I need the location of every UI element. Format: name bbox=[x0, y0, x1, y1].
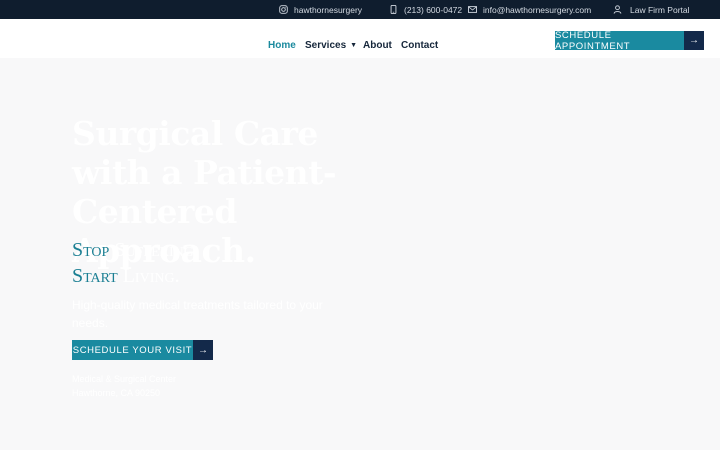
tagline-stop-suffering: Stop Suffering. bbox=[72, 237, 199, 263]
site-header: Home Services ▼ About Contact Schedule A… bbox=[0, 19, 720, 58]
nav-services[interactable]: Services ▼ bbox=[305, 38, 357, 52]
tagline-start: Start bbox=[72, 265, 118, 287]
address-line-1: Medical & Surgical Center bbox=[72, 374, 177, 384]
nav-home[interactable]: Home bbox=[268, 38, 296, 52]
portal-label: Law Firm Portal bbox=[630, 4, 690, 15]
tagline-start-living: Start Living. bbox=[72, 263, 180, 289]
schedule-visit-button[interactable]: Schedule Your Visit → bbox=[72, 340, 213, 360]
tagline-living: Living. bbox=[122, 265, 180, 287]
schedule-appointment-label: Schedule Appointment bbox=[555, 30, 684, 52]
schedule-appointment-button[interactable]: Schedule Appointment → bbox=[555, 30, 704, 52]
instagram-icon bbox=[279, 5, 288, 14]
tagline-suffering: Suffering. bbox=[114, 239, 199, 261]
hero-address: Medical & Surgical Center Hawthorne, CA … bbox=[72, 372, 272, 400]
address-line-2: Hawthorne, CA 90250 bbox=[72, 388, 161, 398]
hero-subtext: High-quality medical treatments tailored… bbox=[72, 298, 323, 330]
instagram-link[interactable]: hawthornesurgery bbox=[279, 0, 362, 19]
user-icon bbox=[613, 5, 622, 14]
instagram-handle: hawthornesurgery bbox=[294, 4, 363, 15]
schedule-visit-label: Schedule Your Visit bbox=[72, 340, 193, 360]
email-address: info@hawthornesurgery.com bbox=[483, 4, 592, 15]
chevron-down-icon: ▼ bbox=[350, 41, 358, 49]
nav-services-label: Services bbox=[305, 39, 347, 51]
phone-icon bbox=[390, 5, 397, 14]
top-utility-bar: hawthornesurgery (213) 600-0472 info@haw… bbox=[0, 0, 720, 19]
nav-about[interactable]: About bbox=[363, 38, 392, 52]
tagline-stop: Stop bbox=[72, 239, 110, 261]
phone-link[interactable]: (213) 600-0472 bbox=[389, 0, 462, 19]
nav-contact[interactable]: Contact bbox=[401, 38, 438, 52]
arrow-right-icon: → bbox=[684, 31, 704, 50]
phone-number: (213) 600-0472 bbox=[404, 4, 463, 15]
envelope-icon bbox=[468, 6, 477, 13]
law-firm-portal-link[interactable]: Law Firm Portal bbox=[613, 0, 690, 19]
email-link[interactable]: info@hawthornesurgery.com bbox=[468, 0, 591, 19]
arrow-right-icon: → bbox=[193, 340, 213, 360]
